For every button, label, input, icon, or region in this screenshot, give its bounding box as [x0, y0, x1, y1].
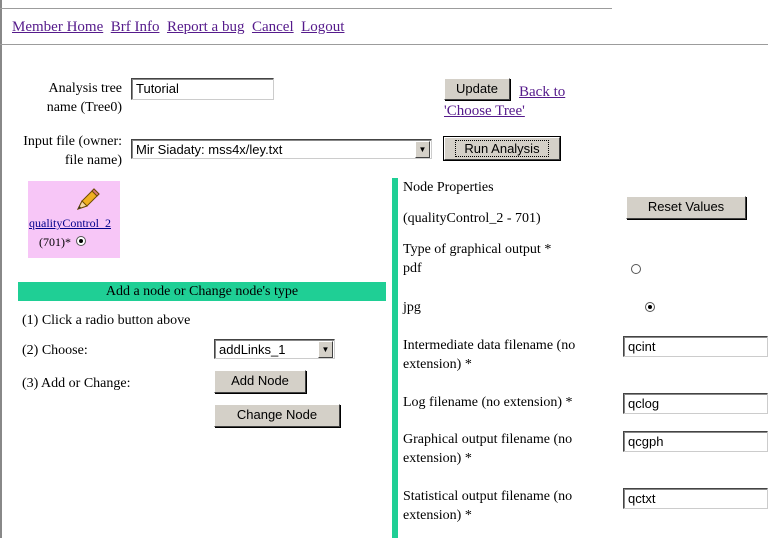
chevron-down-icon[interactable]: ▼ — [318, 340, 333, 358]
option-pdf-label: pdf — [403, 261, 422, 276]
step2-text: (2) Choose: — [22, 343, 88, 358]
tree-name-input[interactable]: Tutorial — [131, 78, 274, 100]
step1-text: (1) Click a radio button above — [22, 313, 191, 328]
nav-member-home-link[interactable]: Member Home — [12, 19, 103, 35]
statistical-filename-input[interactable]: qctxt — [623, 488, 768, 509]
node-box: qualityControl_2 (701)* — [28, 181, 120, 258]
input-file-select[interactable]: Mir Siadaty: mss4x/ley.txt ▼ — [131, 139, 432, 159]
update-button[interactable]: Update — [444, 78, 510, 100]
log-filename-input[interactable]: qclog — [623, 393, 768, 414]
intermediate-filename-label: Intermediate data filename (no extension… — [403, 336, 575, 374]
pencil-icon[interactable] — [74, 187, 102, 213]
statistical-filename-label: Statistical output filename (no extensio… — [403, 487, 572, 525]
tree-name-label-line1: Analysis tree — [48, 81, 122, 96]
nav-divider — [0, 44, 768, 45]
output-type-label: Type of graphical output * — [403, 242, 552, 257]
back-to-choose-tree-link[interactable]: Back to — [519, 84, 565, 101]
back-link-text-line2[interactable]: 'Choose Tree' — [444, 103, 525, 119]
back-to-choose-tree-link-2[interactable]: 'Choose Tree' — [444, 103, 525, 120]
option-jpg-label: jpg — [403, 300, 421, 315]
log-filename-label: Log filename (no extension) * — [403, 395, 573, 410]
intermediate-label-line1: Intermediate data filename (no — [403, 338, 576, 353]
nav-report-bug-link[interactable]: Report a bug — [167, 19, 244, 35]
add-node-button[interactable]: Add Node — [214, 370, 306, 393]
node-select-radio[interactable] — [76, 236, 86, 246]
window-left-border — [0, 0, 2, 538]
add-change-section-header: Add a node or Change node's type — [18, 282, 386, 301]
intermediate-filename-input[interactable]: qcint — [623, 336, 768, 357]
input-file-label-line1: Input file (owner: — [23, 134, 122, 149]
tree-name-label: Analysis tree name (Tree0) — [20, 79, 122, 117]
statistical-label-line1: Statistical output filename (no — [403, 489, 573, 504]
reset-values-button[interactable]: Reset Values — [626, 196, 746, 219]
step3-text: (3) Add or Change: — [22, 376, 131, 391]
node-name-link[interactable]: qualityControl_2 — [29, 216, 111, 230]
chevron-down-icon[interactable]: ▼ — [415, 140, 430, 158]
tree-name-label-line2: name (Tree0) — [46, 100, 122, 115]
node-id-text: (701)* — [39, 235, 71, 249]
graphical-label-line1: Graphical output filename (no — [403, 432, 573, 447]
node-properties-title: Node Properties — [403, 180, 494, 195]
nav-brf-info-link[interactable]: Brf Info — [111, 19, 160, 35]
statistical-label-line2: extension) * — [403, 508, 472, 523]
graphical-filename-label: Graphical output filename (no extension)… — [403, 430, 572, 468]
nav-cancel-link[interactable]: Cancel — [252, 19, 294, 35]
input-file-select-value: Mir Siadaty: mss4x/ley.txt — [136, 141, 283, 157]
option-pdf-radio[interactable] — [631, 264, 641, 274]
graphical-label-line2: extension) * — [403, 451, 472, 466]
node-type-select-value: addLinks_1 — [219, 341, 286, 357]
top-divider — [0, 8, 612, 9]
option-jpg-radio[interactable] — [644, 302, 655, 312]
graphical-filename-input[interactable]: qcgph — [623, 431, 768, 452]
top-nav: Member Home Brf Info Report a bug Cancel… — [12, 19, 348, 36]
run-analysis-label: Run Analysis — [455, 140, 549, 157]
change-node-button[interactable]: Change Node — [214, 404, 340, 427]
properties-divider-bar — [392, 178, 398, 538]
input-file-label-line2: file name) — [64, 153, 122, 168]
node-properties-subtitle: (qualityControl_2 - 701) — [403, 211, 541, 226]
input-file-label: Input file (owner: file name) — [8, 132, 122, 170]
back-link-text-line1[interactable]: Back to — [519, 84, 565, 100]
node-type-select[interactable]: addLinks_1 ▼ — [214, 339, 335, 359]
run-analysis-button[interactable]: Run Analysis — [443, 136, 561, 161]
nav-logout-link[interactable]: Logout — [301, 19, 344, 35]
intermediate-label-line2: extension) * — [403, 357, 472, 372]
